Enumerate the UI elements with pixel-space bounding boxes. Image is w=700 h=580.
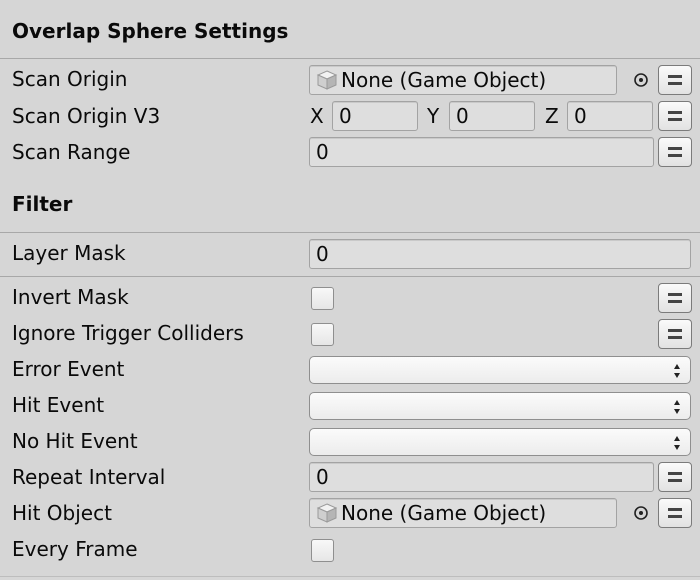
repeat-interval-menu-button[interactable] <box>658 462 692 492</box>
y-axis-label: Y <box>427 104 440 128</box>
repeat-interval-label: Repeat Interval <box>12 465 166 489</box>
scan-range-input[interactable]: 0 <box>309 137 654 167</box>
no-hit-event-label: No Hit Event <box>12 429 138 453</box>
updown-arrows-icon <box>674 436 680 450</box>
scan-origin-field[interactable]: None (Game Object) <box>309 65 617 95</box>
error-event-dropdown[interactable] <box>309 356 691 384</box>
scan-range-menu-button[interactable] <box>658 137 692 167</box>
scan-origin-z-input[interactable]: 0 <box>567 101 653 131</box>
invert-mask-checkbox[interactable] <box>311 287 334 310</box>
invert-mask-label: Invert Mask <box>12 285 129 309</box>
section-divider <box>0 58 700 59</box>
hit-object-value: None (Game Object) <box>341 501 547 525</box>
hit-event-label: Hit Event <box>12 393 105 417</box>
invert-mask-menu-button[interactable] <box>658 283 692 313</box>
scan-origin-v3-menu-button[interactable] <box>658 101 692 131</box>
object-picker-target-icon[interactable] <box>633 505 649 521</box>
z-axis-label: Z <box>545 104 559 128</box>
game-object-cube-icon <box>316 502 338 523</box>
layer-mask-label: Layer Mask <box>12 241 126 265</box>
x-axis-label: X <box>310 104 324 128</box>
no-hit-event-dropdown[interactable] <box>309 428 691 456</box>
hit-event-dropdown[interactable] <box>309 392 691 420</box>
ignore-trigger-colliders-checkbox[interactable] <box>311 323 334 346</box>
bottom-divider <box>0 576 700 577</box>
ignore-trigger-colliders-label: Ignore Trigger Colliders <box>12 321 244 345</box>
hit-object-menu-button[interactable] <box>658 498 692 528</box>
section-divider <box>0 276 700 277</box>
object-picker-target-icon[interactable] <box>633 72 649 88</box>
section-divider <box>0 232 700 233</box>
hit-object-field[interactable]: None (Game Object) <box>309 498 617 528</box>
ignore-trigger-colliders-menu-button[interactable] <box>658 319 692 349</box>
game-object-cube-icon <box>316 69 338 90</box>
scan-origin-label: Scan Origin <box>12 67 128 91</box>
updown-arrows-icon <box>674 400 680 414</box>
every-frame-checkbox[interactable] <box>311 539 334 562</box>
scan-origin-x-input[interactable]: 0 <box>332 101 418 131</box>
section-title-filter: Filter <box>12 192 73 216</box>
repeat-interval-input[interactable]: 0 <box>309 462 654 492</box>
error-event-label: Error Event <box>12 357 125 381</box>
scan-range-label: Scan Range <box>12 140 131 164</box>
section-title-overlap-sphere-settings: Overlap Sphere Settings <box>12 19 289 43</box>
layer-mask-input[interactable]: 0 <box>309 239 691 269</box>
updown-arrows-icon <box>674 364 680 378</box>
scan-origin-y-input[interactable]: 0 <box>449 101 535 131</box>
every-frame-label: Every Frame <box>12 537 138 561</box>
scan-origin-v3-label: Scan Origin V3 <box>12 104 161 128</box>
scan-origin-menu-button[interactable] <box>658 65 692 95</box>
hit-object-label: Hit Object <box>12 501 112 525</box>
scan-origin-value: None (Game Object) <box>341 68 547 92</box>
